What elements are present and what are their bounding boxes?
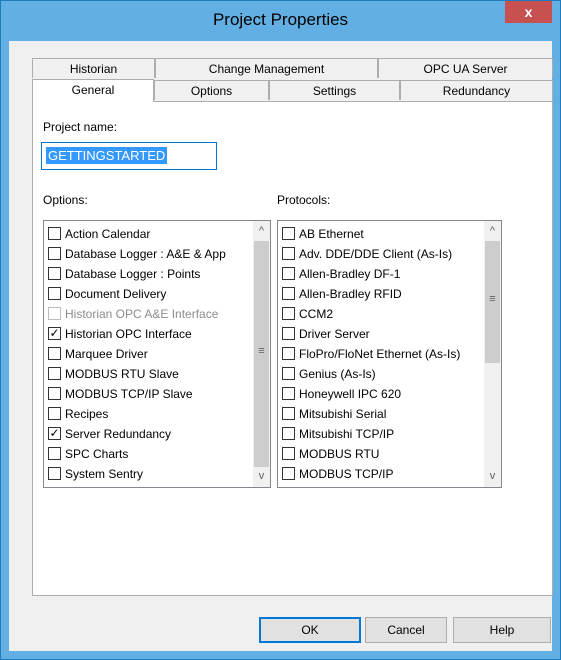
checkbox[interactable] [48,387,61,400]
options-listbox[interactable]: Action Calendar Database Logger : A&E & A… [43,220,271,488]
scroll-up-arrow-icon[interactable]: ^ [484,223,501,240]
cancel-button[interactable]: Cancel [365,617,447,643]
checkbox[interactable] [282,447,295,460]
list-item-label: Marquee Driver [65,347,148,361]
scroll-down-arrow-icon[interactable]: v [484,468,501,485]
list-item-label: FloPro/FloNet Ethernet (As-Is) [299,347,461,361]
checkbox[interactable] [48,267,61,280]
checkbox[interactable] [48,287,61,300]
checkbox[interactable] [282,427,295,440]
options-label: Options: [43,193,88,207]
grip-icon: ≡ [489,293,496,305]
list-item-label: Server Redundancy [65,427,172,441]
list-item-label: MODBUS TCP/IP Slave [65,387,193,401]
protocols-listbox[interactable]: AB Ethernet Adv. DDE/DDE Client (As-Is) Al… [277,220,502,488]
checkbox[interactable] [48,347,61,360]
list-item-label: Database Logger : Points [65,267,201,281]
list-item-label: Action Calendar [65,227,151,241]
checkbox[interactable] [282,307,295,320]
checkbox[interactable] [48,447,61,460]
project-name-input[interactable]: GETTINGSTARTED [41,142,217,170]
checkbox[interactable] [48,367,61,380]
tab-redundancy[interactable]: Redundancy [400,80,553,100]
list-item-label: MODBUS TCP/IP [299,467,394,481]
tab-change-management[interactable]: Change Management [155,58,378,78]
checked-checkbox[interactable]: ✓ [48,327,61,340]
list-item-label: Honeywell IPC 620 [299,387,402,401]
checkbox[interactable] [48,407,61,420]
ok-button[interactable]: OK [259,617,361,643]
grip-icon: ≡ [258,345,265,357]
checkbox[interactable] [48,307,61,320]
checkbox[interactable] [282,407,295,420]
checkbox[interactable] [282,327,295,340]
list-item-label: SPC Charts [65,447,129,461]
list-item-label: Allen-Bradley DF-1 [299,267,401,281]
project-name-value: GETTINGSTARTED [46,147,168,164]
checkbox[interactable] [282,247,295,260]
list-item-label: AB Ethernet [299,227,364,241]
help-button[interactable]: Help [453,617,551,643]
checkbox[interactable] [48,247,61,260]
list-item-label: Historian OPC A&E Interface [65,307,219,321]
list-item-label: Document Delivery [65,287,167,301]
checkbox[interactable] [282,227,295,240]
list-item-label: Driver Server [299,327,370,341]
checkbox[interactable] [282,367,295,380]
options-scrollbar[interactable]: ^ ≡ v [253,221,270,487]
scroll-down-arrow-icon[interactable]: v [253,468,270,485]
tab-opc-ua-server[interactable]: OPC UA Server [378,58,553,78]
list-item-label: Recipes [65,407,109,421]
checkbox[interactable] [282,267,295,280]
list-item-label: Database Logger : A&E & App [65,247,226,261]
checkbox[interactable] [282,347,295,360]
checkbox[interactable] [282,467,295,480]
list-item-label: CCM2 [299,307,334,321]
list-item-label: Genius (As-Is) [299,367,376,381]
project-name-label: Project name: [43,120,118,134]
protocols-scroll-thumb[interactable]: ≡ [485,241,500,363]
tab-general[interactable]: General [32,79,154,102]
tab-options[interactable]: Options [154,80,269,100]
list-item-label: Allen-Bradley RFID [299,287,402,301]
close-button[interactable]: x [505,1,552,23]
scroll-up-arrow-icon[interactable]: ^ [253,223,270,240]
list-item-label: Historian OPC Interface [65,327,192,341]
checkbox[interactable] [282,287,295,300]
list-item-label: Mitsubishi Serial [299,407,387,421]
checkbox[interactable] [48,467,61,480]
dialog-title: Project Properties [212,10,349,29]
tab-settings[interactable]: Settings [269,80,400,100]
list-item-label: Mitsubishi TCP/IP [299,427,395,441]
list-item-label: Adv. DDE/DDE Client (As-Is) [299,247,453,261]
protocols-scrollbar[interactable]: ^ ≡ v [484,221,501,487]
list-item-label: System Sentry [65,467,144,481]
list-item-label: MODBUS RTU [299,447,380,461]
checkbox[interactable] [282,387,295,400]
title-bar[interactable]: Project Properties x [1,1,560,41]
options-scroll-thumb[interactable]: ≡ [254,241,269,467]
list-item-label: MODBUS RTU Slave [65,367,179,381]
protocols-label: Protocols: [277,193,331,207]
checked-checkbox[interactable]: ✓ [48,427,61,440]
tab-historian[interactable]: Historian [32,58,155,78]
checkbox[interactable] [48,227,61,240]
